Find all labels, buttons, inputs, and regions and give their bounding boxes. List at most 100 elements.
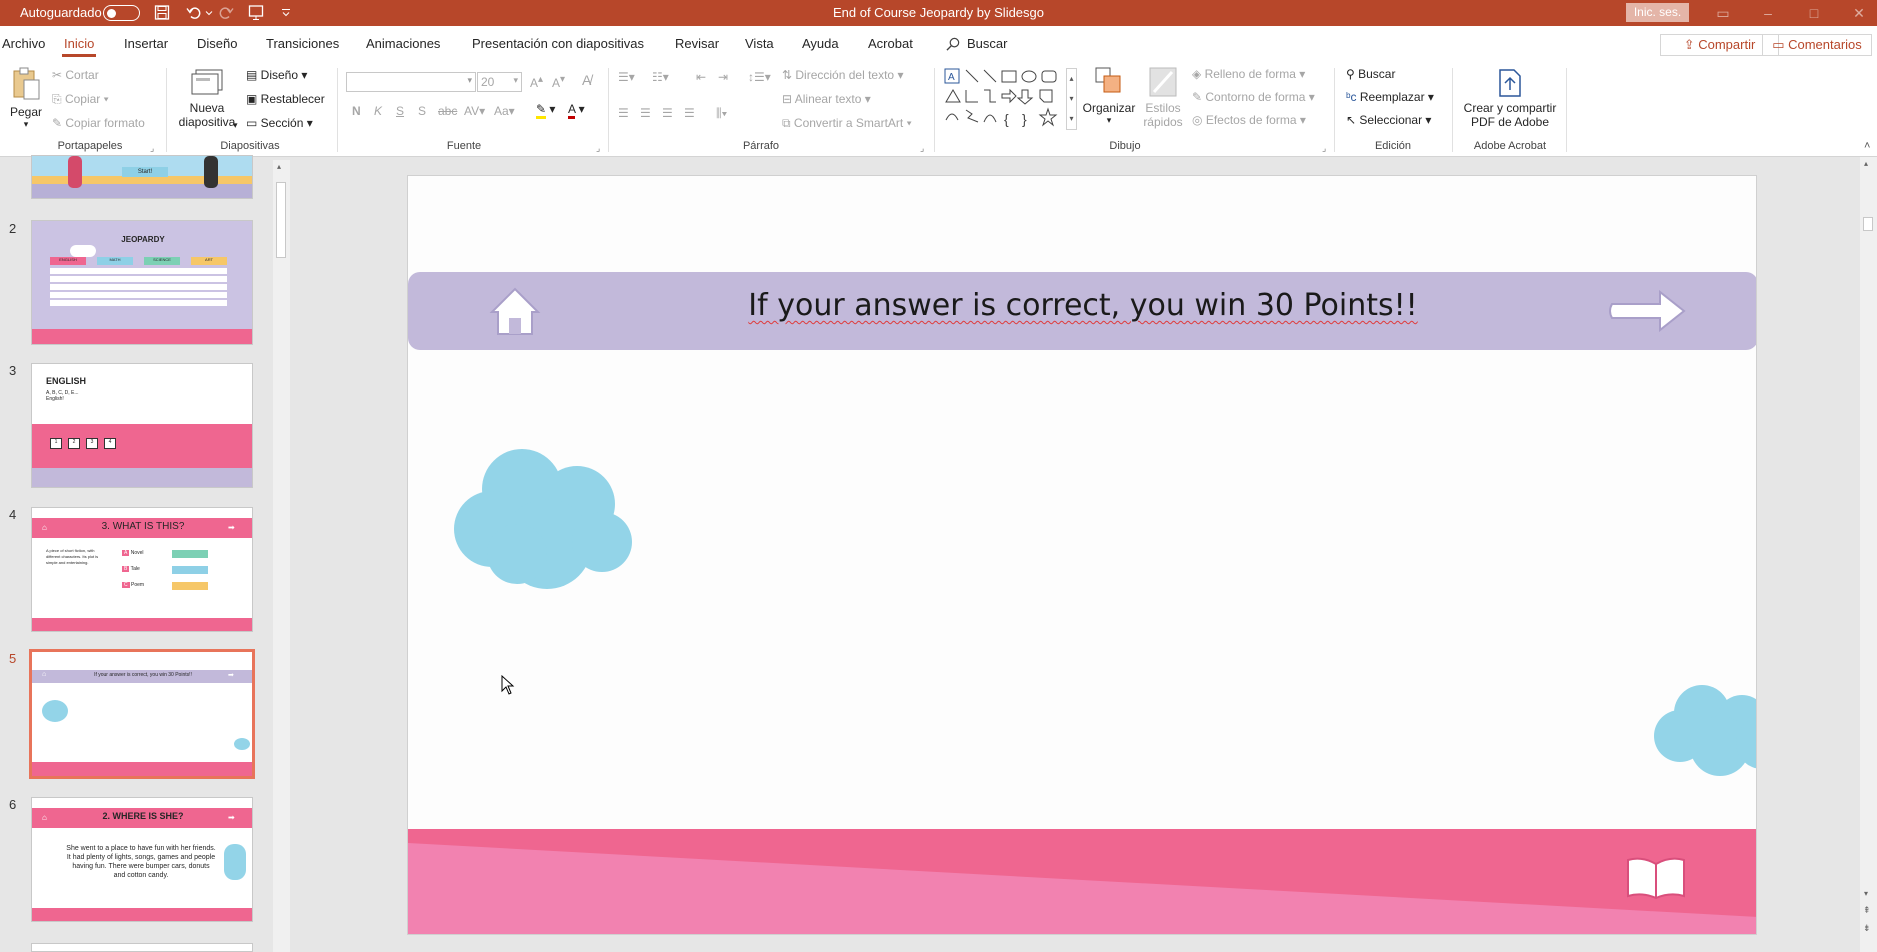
arrange-button[interactable]: Organizar ▾ bbox=[1082, 66, 1136, 126]
columns-icon[interactable]: ⫼▾ bbox=[716, 106, 727, 121]
tab-revisar[interactable]: Revisar bbox=[675, 36, 719, 51]
minimize-icon[interactable]: – bbox=[1757, 3, 1779, 23]
shapes-gallery[interactable]: A {} bbox=[944, 68, 1072, 130]
select-button[interactable]: ↖ Seleccionar ▾ bbox=[1346, 113, 1431, 127]
thumbnail-scroll-thumb[interactable] bbox=[276, 182, 286, 258]
tab-transiciones[interactable]: Transiciones bbox=[266, 36, 339, 51]
increase-font-icon[interactable]: A▴ bbox=[530, 74, 543, 90]
slide-number: 2 bbox=[9, 221, 17, 236]
text-direction-button[interactable]: ⇅ Dirección del texto ▾ bbox=[782, 68, 903, 82]
convert-smartart-button[interactable]: ⧉ Convertir a SmartArt ▾ bbox=[782, 116, 912, 131]
new-slide-dropdown-icon[interactable]: ▾ bbox=[233, 120, 238, 131]
slide-thumbnail-2[interactable]: JEOPARDY ENGLISH MATH SCIENCE ART bbox=[31, 220, 253, 345]
numbering-icon[interactable]: ☷▾ bbox=[652, 70, 669, 84]
comments-button[interactable]: ▭ Comentarios bbox=[1762, 34, 1872, 56]
slide-thumbnail-1[interactable]: Start! bbox=[31, 155, 253, 199]
previous-slide-icon[interactable]: ⇞ bbox=[1863, 905, 1871, 916]
clipboard-launcher-icon[interactable]: ⌟ bbox=[150, 143, 154, 154]
underline-icon[interactable]: S bbox=[396, 104, 404, 118]
reset-button[interactable]: ▣ Restablecer bbox=[246, 92, 325, 106]
slide-vertical-scrollbar[interactable]: ▴ ▾ ⇞ ⇟ bbox=[1860, 157, 1877, 952]
slide-canvas[interactable]: If your answer is correct, you win 30 Po… bbox=[407, 175, 1757, 935]
shape-outline-button[interactable]: ✎ Contorno de forma ▾ bbox=[1192, 90, 1315, 104]
copy-label: Copiar bbox=[64, 92, 101, 106]
scroll-up-icon[interactable]: ▴ bbox=[1864, 159, 1868, 168]
slide-thumbnail-3[interactable]: ENGLISH A, B, C, D, E... English! 1 2 3 … bbox=[31, 363, 253, 488]
increase-indent-icon[interactable]: ⇥ bbox=[718, 70, 728, 84]
layout-button[interactable]: ▤ Diseño ▾ bbox=[246, 68, 307, 82]
align-left-icon[interactable]: ☰ bbox=[618, 106, 629, 120]
format-painter-button[interactable]: ✎ Copiar formato bbox=[52, 116, 145, 130]
scroll-thumb[interactable] bbox=[1863, 217, 1873, 231]
decrease-indent-icon[interactable]: ⇤ bbox=[696, 70, 706, 84]
slide-thumbnail-5[interactable]: If your answer is correct, you win 30 Po… bbox=[30, 650, 254, 778]
close-icon[interactable]: ✕ bbox=[1848, 3, 1870, 23]
align-center-icon[interactable]: ☰ bbox=[640, 106, 651, 120]
tab-vista[interactable]: Vista bbox=[745, 36, 774, 51]
font-size-dropdown-icon[interactable]: ▾ bbox=[513, 75, 518, 86]
font-launcher-icon[interactable]: ⌟ bbox=[596, 143, 600, 154]
bullets-icon[interactable]: ☰▾ bbox=[618, 70, 635, 84]
bold-icon[interactable]: N bbox=[352, 104, 361, 118]
quick-styles-button[interactable]: Estilos rápidos bbox=[1136, 66, 1190, 129]
thumbnail-scrollbar[interactable]: ▴ bbox=[273, 160, 290, 952]
paste-dropdown-icon[interactable]: ▾ bbox=[10, 119, 42, 130]
cut-button[interactable]: ✂ Cortar bbox=[52, 68, 99, 82]
tell-me-search[interactable]: Buscar bbox=[946, 36, 1007, 52]
collapse-ribbon-icon[interactable]: ˄ bbox=[1864, 140, 1870, 152]
book-icon[interactable] bbox=[1624, 854, 1688, 904]
paragraph-launcher-icon[interactable]: ⌟ bbox=[920, 143, 924, 154]
cloud-left[interactable] bbox=[452, 444, 642, 592]
replace-label: Reemplazar bbox=[1359, 90, 1425, 104]
tab-animaciones[interactable]: Animaciones bbox=[366, 36, 440, 51]
tab-insertar[interactable]: Insertar bbox=[124, 36, 168, 51]
tab-diseno[interactable]: Diseño bbox=[197, 36, 237, 51]
replace-button[interactable]: ᵇc Reemplazar ▾ bbox=[1346, 90, 1434, 104]
shape-fill-button[interactable]: ◈ Relleno de forma ▾ bbox=[1192, 67, 1305, 81]
slide-title[interactable]: If your answer is correct, you win 30 Po… bbox=[408, 288, 1756, 323]
ribbon-display-icon[interactable]: ▭ bbox=[1712, 3, 1734, 23]
new-slide-button[interactable]: Nueva diapositiva bbox=[172, 66, 242, 129]
drawing-launcher-icon[interactable]: ⌟ bbox=[1322, 143, 1326, 154]
strikethrough-icon[interactable]: abc bbox=[438, 104, 457, 118]
justify-icon[interactable]: ☰ bbox=[684, 106, 695, 120]
slide-number: 4 bbox=[9, 507, 17, 522]
sign-in-button[interactable]: Inic. ses. bbox=[1626, 3, 1689, 22]
shadow-icon[interactable]: S bbox=[418, 104, 426, 118]
tab-inicio[interactable]: Inicio bbox=[61, 36, 97, 57]
create-pdf-button[interactable]: Crear y compartir PDF de Adobe bbox=[1460, 68, 1560, 129]
clear-formatting-icon[interactable]: A̸ bbox=[582, 72, 591, 88]
highlight-color-icon[interactable]: ✎ ▾ bbox=[536, 102, 555, 119]
shapes-scroll[interactable]: ▴ ▾ ▾ bbox=[1066, 68, 1077, 130]
cloud-right[interactable] bbox=[1652, 681, 1757, 776]
tab-archivo[interactable]: Archivo bbox=[2, 36, 45, 51]
maximize-icon[interactable]: □ bbox=[1803, 3, 1825, 23]
font-size-input[interactable]: 20 ▾ bbox=[477, 72, 522, 92]
tab-ayuda[interactable]: Ayuda bbox=[802, 36, 839, 51]
align-right-icon[interactable]: ☰ bbox=[662, 106, 673, 120]
line-spacing-icon[interactable]: ↕☰▾ bbox=[748, 70, 771, 84]
paste-button[interactable]: Pegar ▾ bbox=[10, 66, 42, 130]
slide-thumbnail-4[interactable]: 3. WHAT IS THIS? ⌂ ➡ A piece of short fi… bbox=[31, 507, 253, 632]
find-button[interactable]: ⚲ Buscar bbox=[1346, 67, 1395, 81]
shape-effects-button[interactable]: ◎ Efectos de forma ▾ bbox=[1192, 113, 1306, 127]
pen-icon: ✎ bbox=[1192, 90, 1206, 104]
align-text-button[interactable]: ⊟ Alinear texto ▾ bbox=[782, 92, 871, 106]
decrease-font-icon[interactable]: A▾ bbox=[552, 74, 565, 90]
copy-button[interactable]: ⎘ Copiar ▾ bbox=[52, 92, 109, 107]
font-dropdown-icon[interactable]: ▾ bbox=[467, 75, 472, 86]
slide-thumbnail-7[interactable] bbox=[31, 943, 253, 952]
slide-thumbnail-6[interactable]: 2. WHERE IS SHE? ⌂ ➡ She went to a place… bbox=[31, 797, 253, 922]
scroll-down-icon[interactable]: ▾ bbox=[1864, 889, 1868, 898]
italic-icon[interactable]: K bbox=[374, 104, 382, 118]
tab-acrobat[interactable]: Acrobat bbox=[868, 36, 913, 51]
char-spacing-icon[interactable]: AV▾ bbox=[464, 104, 485, 118]
next-slide-icon[interactable]: ⇟ bbox=[1863, 923, 1871, 934]
font-color-icon[interactable]: A ▾ bbox=[568, 102, 585, 119]
font-name-input[interactable]: ▾ bbox=[346, 72, 476, 92]
change-case-icon[interactable]: Aa▾ bbox=[494, 104, 515, 118]
section-button[interactable]: ▭ Sección ▾ bbox=[246, 116, 313, 130]
scroll-up-icon[interactable]: ▴ bbox=[277, 162, 281, 171]
tab-presentacion[interactable]: Presentación con diapositivas bbox=[472, 36, 644, 51]
next-arrow-icon[interactable] bbox=[1608, 286, 1688, 336]
